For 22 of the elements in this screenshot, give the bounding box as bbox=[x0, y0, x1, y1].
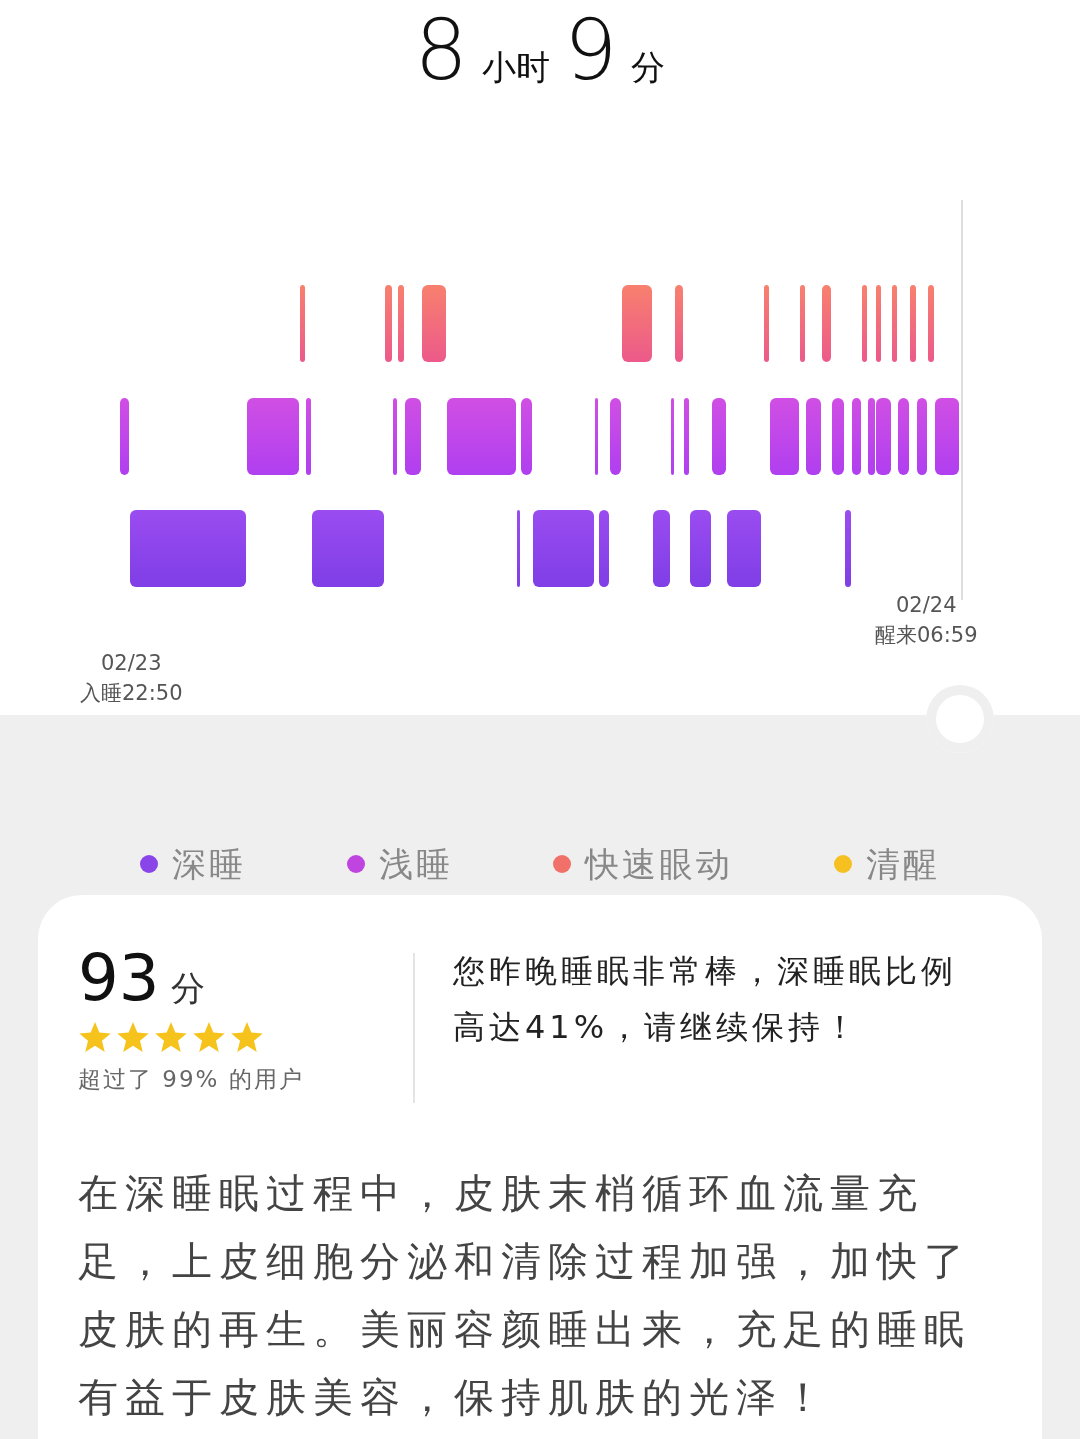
legend-label: 快速眼动 bbox=[585, 842, 734, 886]
score-unit: 分 bbox=[171, 967, 206, 1010]
legend-label: 深睡 bbox=[172, 842, 247, 886]
star-icon bbox=[192, 1022, 226, 1054]
minutes-unit: 分 bbox=[631, 46, 666, 89]
star-icon bbox=[154, 1022, 188, 1054]
rank-text: 超过了 99% 的用户 bbox=[78, 1065, 305, 1094]
start-date: 02/23 bbox=[100, 650, 163, 677]
end-date: 02/24 bbox=[895, 592, 958, 619]
end-time-label: 醒来06:59 bbox=[875, 622, 978, 649]
sleep-tip-text: 在深睡眠过程中，皮肤末梢循环血流量充足，上皮细胞分泌和清除过程加强，加快了皮肤的再生。美丽容颜睡出来，充足的睡眠有益于皮肤美容，保持肌肤的光泽！ bbox=[78, 1169, 972, 1422]
star-icon bbox=[230, 1022, 264, 1054]
legend-label: 浅睡 bbox=[378, 842, 453, 886]
star-icon bbox=[78, 1022, 112, 1054]
hours-value: 8 bbox=[414, 0, 468, 100]
minutes-value: 9 bbox=[564, 0, 618, 100]
legend-label: 清醒 bbox=[865, 842, 940, 886]
star-icon bbox=[116, 1022, 150, 1054]
sleep-comment: 您昨晚睡眠非常棒，深睡眠比例高达41%，请继续保持！ bbox=[453, 951, 958, 1048]
score-value: 93 bbox=[78, 943, 160, 1013]
hours-unit: 小时 bbox=[482, 46, 550, 89]
start-time-label: 入睡22:50 bbox=[80, 680, 183, 707]
